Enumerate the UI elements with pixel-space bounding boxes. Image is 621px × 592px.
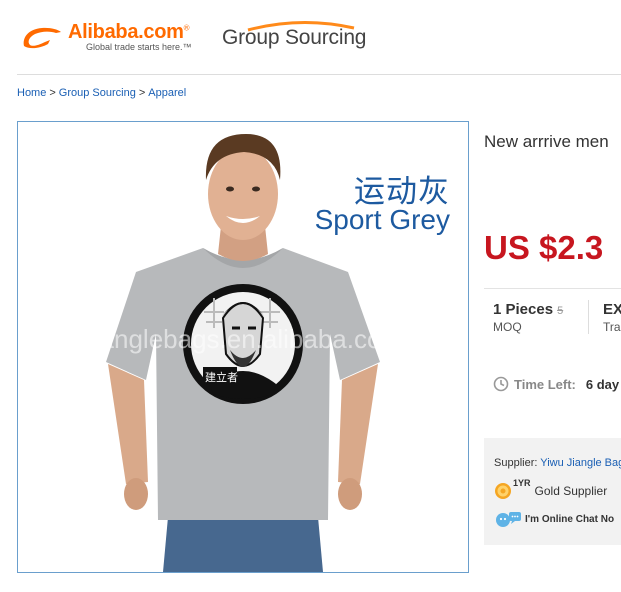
- product-image[interactable]: 运动灰 Sport Grey 建立者 jianglebags.en.alibab…: [17, 121, 469, 573]
- moq-original: 5: [557, 305, 564, 317]
- ex-label: Tra: [603, 320, 621, 334]
- breadcrumb-group-sourcing[interactable]: Group Sourcing: [59, 87, 136, 99]
- supplier-line: Supplier: Yiwu Jiangle Bag: [494, 457, 621, 469]
- gold-medal-icon: [495, 483, 511, 499]
- watermark: jianglebags.en.alibaba.com: [88, 324, 404, 354]
- breadcrumb: Home > Group Sourcing > Apparel: [17, 87, 186, 99]
- print-badge-text: 建立者: [205, 372, 238, 384]
- time-left: Time Left: 6 day: [493, 376, 619, 392]
- group-sourcing-title: Group Sourcing: [222, 26, 367, 49]
- supplier-panel: Supplier: Yiwu Jiangle Bag 1YR Gold Supp…: [484, 438, 621, 545]
- time-left-value: 6 day: [585, 376, 620, 392]
- clock-icon: [493, 376, 509, 392]
- breadcrumb-separator: >: [49, 87, 56, 99]
- breadcrumb-apparel[interactable]: Apparel: [148, 87, 186, 99]
- chat-label: I'm Online Chat No: [525, 513, 615, 525]
- breadcrumb-separator: >: [138, 87, 146, 99]
- moq-divider: [588, 300, 589, 334]
- gold-supplier-badge[interactable]: 1YR Gold Supplier: [494, 478, 608, 500]
- supplier-years: 1YR: [513, 478, 531, 488]
- breadcrumb-home[interactable]: Home: [17, 87, 46, 99]
- logo-text: Alibaba.com®: [68, 21, 190, 43]
- price-divider: [484, 288, 621, 289]
- alibaba-logo[interactable]: Alibaba.com® Global trade starts here.™: [20, 20, 205, 56]
- product-title[interactable]: New arrrive men: [484, 132, 609, 152]
- moq-block: 1 Pieces 5 MOQ: [493, 301, 563, 334]
- logo-tagline: Global trade starts here.™: [86, 42, 192, 52]
- group-sourcing-logo[interactable]: Group Sourcing: [222, 20, 372, 56]
- moq-value: 1 Pieces 5: [493, 301, 564, 318]
- chat-now[interactable]: I'm Online Chat No: [494, 510, 614, 528]
- moq-label: MOQ: [493, 320, 522, 334]
- alibaba-logo-icon: [23, 27, 61, 49]
- header-divider: [17, 74, 621, 75]
- chat-icon: [496, 512, 521, 527]
- ex-block: EX Tra: [603, 301, 621, 334]
- color-label-english: Sport Grey: [314, 204, 450, 235]
- time-left-label: Time Left:: [514, 376, 576, 392]
- supplier-name-link[interactable]: Yiwu Jiangle Bag: [540, 457, 621, 469]
- ex-value: EX: [603, 301, 621, 318]
- site-header: Alibaba.com® Global trade starts here.™ …: [0, 0, 621, 75]
- gold-supplier-label: Gold Supplier: [534, 484, 608, 498]
- supplier-label: Supplier:: [494, 457, 538, 469]
- product-price: US $2.3: [484, 229, 604, 266]
